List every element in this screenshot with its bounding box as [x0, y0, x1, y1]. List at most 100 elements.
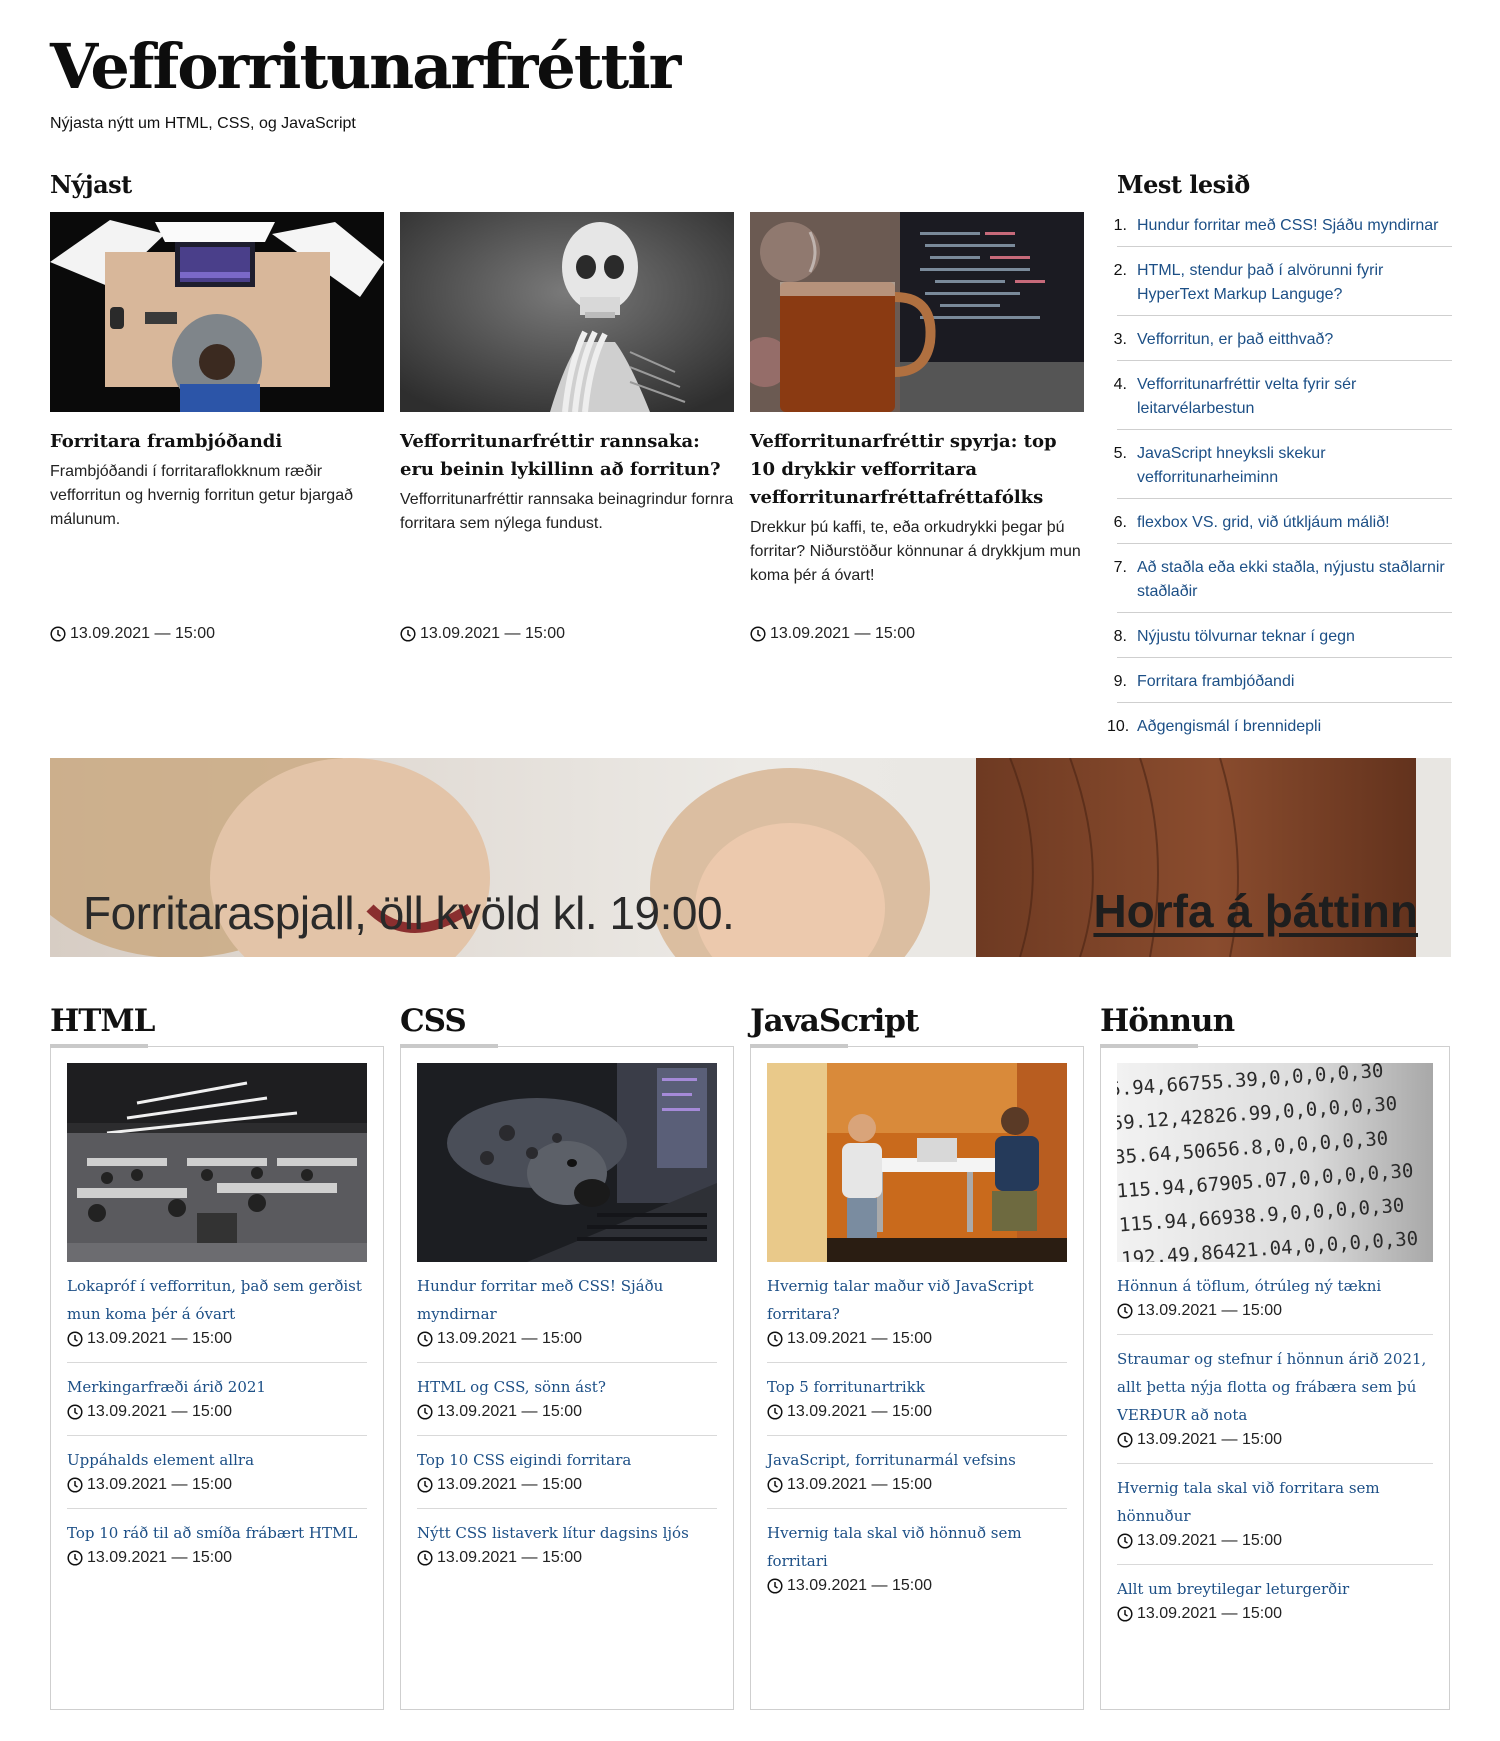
article-link[interactable]: JavaScript, forritunarmál vefsins	[767, 1446, 1067, 1474]
latest-article-card[interactable]: Forritara frambjóðandi Frambjóðandi í fo…	[50, 212, 384, 532]
article-link[interactable]: Uppáhalds element allra	[67, 1446, 367, 1474]
article-link[interactable]: Hönnun á töflum, ótrúleg ný tækni	[1117, 1272, 1433, 1300]
article-link[interactable]: Lokapróf í vefforritun, það sem gerðist …	[67, 1272, 367, 1328]
heading-underline	[1100, 1044, 1198, 1048]
most-read-item: 5. JavaScript hneyksli skekur vefforritun…	[1114, 438, 1452, 499]
most-read-link[interactable]: HTML, stendur það í alvörunni fyrir Hype…	[1137, 259, 1452, 307]
category-item: Merkingarfræði árið 2021 13.09.2021 — 15…	[67, 1363, 367, 1436]
article-link[interactable]: Top 5 forritunartrikk	[767, 1373, 1067, 1401]
latest-article-card[interactable]: Vefforritunarfréttir spyrja: top 10 dryk…	[750, 212, 1084, 588]
category-item: Lokapróf í vefforritun, það sem gerðist …	[67, 1262, 367, 1363]
clock-icon	[1117, 1606, 1133, 1622]
most-read-link[interactable]: Vefforritunarfréttir velta fyrir sér lei…	[1137, 373, 1452, 421]
date-text: 13.09.2021 — 15:00	[1137, 1605, 1283, 1622]
article-date: 13.09.2021 — 15:00	[1117, 1302, 1433, 1320]
article-link[interactable]: Hvernig talar maður við JavaScript forri…	[767, 1272, 1067, 1328]
article-link[interactable]: Allt um breytilegar leturgerðir	[1117, 1575, 1433, 1603]
most-read-link[interactable]: Aðgengismál í brennidepli	[1137, 715, 1321, 739]
article-link[interactable]: Nýtt CSS listaverk lítur dagsins ljós	[417, 1519, 717, 1547]
most-read-link[interactable]: flexbox VS. grid, við útkljáum málið!	[1137, 511, 1390, 535]
article-link[interactable]: HTML og CSS, sönn ást?	[417, 1373, 717, 1401]
date-text: 13.09.2021 — 15:00	[87, 1403, 233, 1420]
category-item: HTML og CSS, sönn ást? 13.09.2021 — 15:0…	[417, 1363, 717, 1436]
clock-icon	[1117, 1303, 1133, 1319]
date-text: 13.09.2021 — 15:00	[787, 1330, 933, 1347]
tea-mug-photo[interactable]	[750, 212, 1084, 412]
most-read-item: 10. Aðgengismál í brennidepli	[1107, 711, 1452, 747]
most-read-number: 7.	[1113, 559, 1127, 576]
article-date: 13.09.2021 — 15:00	[417, 1476, 717, 1494]
clock-icon	[50, 626, 66, 642]
most-read-link[interactable]: JavaScript hneyksli skekur vefforritunar…	[1137, 442, 1452, 490]
article-link[interactable]: Top 10 ráð til að smíða frábært HTML	[67, 1519, 367, 1547]
skeleton-photo[interactable]	[400, 212, 734, 412]
latest-article-card[interactable]: Vefforritunarfréttir rannsaka: eru beini…	[400, 212, 734, 536]
most-read-item: 4. Vefforritunarfréttir velta fyrir sér l…	[1114, 369, 1452, 430]
most-read-link[interactable]: Hundur forritar með CSS! Sjáðu myndirnar	[1137, 214, 1438, 238]
article-date: 13.09.2021 — 15:00	[67, 1403, 367, 1421]
category-item: Top 5 forritunartrikk 13.09.2021 — 15:00	[767, 1363, 1067, 1436]
date-text: 13.09.2021 — 15:00	[1137, 1431, 1283, 1448]
category-heading: Hönnun	[1100, 1003, 1235, 1039]
latest-article-title[interactable]: Vefforritunarfréttir rannsaka: eru beini…	[400, 428, 734, 484]
latest-article-text: Vefforritunarfréttir rannsaka beinagrind…	[400, 491, 734, 532]
most-read-number: 3.	[1113, 331, 1127, 348]
latest-article-title[interactable]: Forritara frambjóðandi	[50, 428, 384, 456]
clock-icon	[767, 1404, 783, 1420]
category-html: HTML Lokapróf í vefforritun, það sem ger…	[50, 1002, 384, 1710]
clock-icon	[750, 626, 766, 642]
clock-icon	[400, 626, 416, 642]
banner-text: Forritaraspjall, öll kvöld kl. 19:00.	[83, 887, 735, 939]
numbers-printout-photo[interactable]: 5.94,66755.39,0,0,0,0,30 59.12,42826.99,…	[1117, 1063, 1433, 1262]
category-item: Uppáhalds element allra 13.09.2021 — 15:…	[67, 1436, 367, 1509]
most-read-number: 6.	[1113, 514, 1127, 531]
most-read-link[interactable]: Að staðla eða ekki staðla, nýjustu staðl…	[1137, 556, 1452, 604]
article-link[interactable]: Hvernig tala skal við forritara sem hönn…	[1117, 1474, 1433, 1530]
article-date: 13.09.2021 — 15:00	[1117, 1532, 1433, 1550]
date-text: 13.09.2021 — 15:00	[787, 1577, 933, 1594]
article-link[interactable]: Hvernig tala skal við hönnuð sem forrita…	[767, 1519, 1067, 1575]
promo-banner: Forritaraspjall, öll kvöld kl. 19:00. Ho…	[50, 758, 1451, 957]
date-text: 13.09.2021 — 15:00	[770, 625, 916, 642]
most-read-link[interactable]: Vefforritun, er það eitthvað?	[1137, 328, 1333, 352]
clock-icon	[67, 1550, 83, 1566]
date-text: 13.09.2021 — 15:00	[87, 1330, 233, 1347]
article-date: 13.09.2021 — 15:00	[417, 1330, 717, 1348]
most-read-item: 6. flexbox VS. grid, við útkljáum málið!	[1114, 507, 1452, 544]
article-link[interactable]: Merkingarfræði árið 2021	[67, 1373, 367, 1401]
date-text: 13.09.2021 — 15:00	[437, 1476, 583, 1493]
clock-icon	[1117, 1432, 1133, 1448]
dog-laptop-photo[interactable]	[417, 1063, 717, 1262]
heading-underline	[750, 1044, 848, 1048]
date-text: 13.09.2021 — 15:00	[87, 1476, 233, 1493]
watch-show-link[interactable]: Horfa á þáttinn	[1093, 884, 1418, 938]
category-box: Lokapróf í vefforritun, það sem gerðist …	[50, 1046, 384, 1710]
category-heading: CSS	[400, 1003, 467, 1039]
article-date: 13.09.2021 — 15:00	[1117, 1431, 1433, 1449]
article-link[interactable]: Top 10 CSS eigindi forritara	[417, 1446, 717, 1474]
category-javascript: JavaScript Hvernig talar maður við JavaS…	[750, 1002, 1084, 1710]
two-people-meeting-photo[interactable]	[767, 1063, 1067, 1262]
category-heading: HTML	[50, 1003, 155, 1039]
latest-article-text: Frambjóðandi í forritaraflokknum ræðir v…	[50, 463, 353, 528]
most-read-item: 2. HTML, stendur það í alvörunni fyrir Hy…	[1114, 255, 1452, 316]
most-read-link[interactable]: Nýjustu tölvurnar teknar í gegn	[1137, 625, 1355, 649]
most-read-number: 5.	[1113, 445, 1127, 462]
category-item: JavaScript, forritunarmál vefsins 13.09.…	[767, 1436, 1067, 1509]
person-at-desk-photo[interactable]	[50, 212, 384, 412]
latest-article-title[interactable]: Vefforritunarfréttir spyrja: top 10 dryk…	[750, 428, 1084, 512]
most-read-number: 8.	[1113, 628, 1127, 645]
clock-icon	[67, 1331, 83, 1347]
clock-icon	[67, 1404, 83, 1420]
clock-icon	[417, 1550, 433, 1566]
category-heading: JavaScript	[750, 1003, 919, 1039]
article-link[interactable]: Hundur forritar með CSS! Sjáðu myndirnar	[417, 1272, 717, 1328]
most-read-link[interactable]: Forritara frambjóðandi	[1137, 670, 1294, 694]
clock-icon	[767, 1331, 783, 1347]
date-text: 13.09.2021 — 15:00	[787, 1403, 933, 1420]
category-box: Hvernig talar maður við JavaScript forri…	[750, 1046, 1084, 1710]
open-office-photo[interactable]	[67, 1063, 367, 1262]
article-link[interactable]: Straumar og stefnur í hönnun árið 2021, …	[1117, 1345, 1433, 1429]
most-read-item: 7. Að staðla eða ekki staðla, nýjustu sta…	[1114, 552, 1452, 613]
most-read-number: 10.	[1107, 718, 1130, 735]
